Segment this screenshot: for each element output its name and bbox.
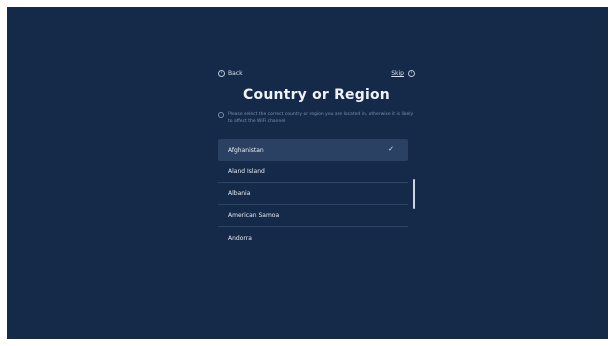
help-text: Please select the correct country or reg… bbox=[228, 112, 414, 124]
country-item-afghanistan[interactable]: Afghanistan ✓ bbox=[218, 139, 408, 161]
skip-button[interactable]: Skip › bbox=[391, 70, 415, 77]
list-scrollbar[interactable] bbox=[413, 139, 415, 255]
country-label: Albania bbox=[228, 190, 251, 197]
help-note: Please select the correct country or reg… bbox=[218, 111, 415, 125]
checkmark-icon: ✓ bbox=[388, 145, 394, 153]
country-item-american-samoa[interactable]: American Samoa bbox=[218, 205, 408, 227]
chevron-left-icon: ‹ bbox=[218, 70, 225, 77]
country-item-aland-island[interactable]: Aland Island bbox=[218, 161, 408, 183]
country-label: Andorra bbox=[228, 234, 252, 242]
country-label: American Samoa bbox=[228, 212, 280, 219]
country-label: Aland Island bbox=[228, 168, 265, 175]
scrollbar-thumb[interactable] bbox=[413, 179, 415, 209]
setup-screen: ‹ Back Skip › Country or Region Please s… bbox=[7, 7, 608, 339]
chevron-right-icon: › bbox=[408, 70, 415, 77]
info-icon bbox=[218, 112, 224, 118]
back-label: Back bbox=[228, 70, 243, 77]
country-label: Afghanistan bbox=[228, 146, 264, 154]
country-item-andorra[interactable]: Andorra bbox=[218, 227, 408, 249]
back-button[interactable]: ‹ Back bbox=[218, 70, 243, 77]
top-bar: ‹ Back Skip › bbox=[218, 70, 415, 82]
skip-label: Skip bbox=[391, 70, 404, 77]
page-title: Country or Region bbox=[243, 87, 390, 103]
country-item-albania[interactable]: Albania bbox=[218, 183, 408, 205]
country-list[interactable]: Afghanistan ✓ Aland Island Albania Ameri… bbox=[218, 139, 408, 255]
